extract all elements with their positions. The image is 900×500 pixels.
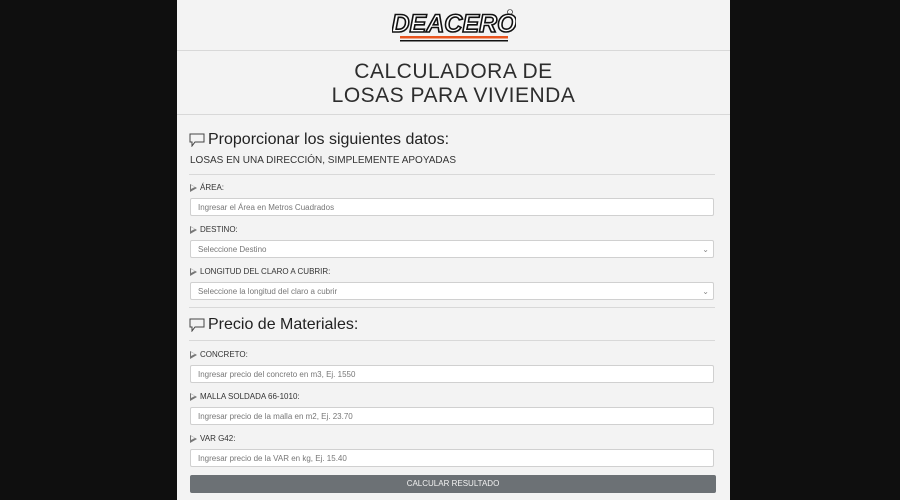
malla-label-text: MALLA SOLDADA 66-1010: xyxy=(200,392,300,401)
triangle-right-icon xyxy=(190,392,197,401)
concreto-label: CONCRETO: xyxy=(190,350,248,359)
triangle-right-icon xyxy=(190,225,197,234)
triangle-right-icon xyxy=(190,350,197,359)
longitud-label-text: LONGITUD DEL CLARO A CUBRIR: xyxy=(200,267,331,276)
divider xyxy=(177,50,730,51)
concreto-input[interactable]: Ingresar precio del concreto en m3, Ej. … xyxy=(190,365,714,383)
area-input[interactable]: Ingresar el Área en Metros Cuadrados xyxy=(190,198,714,216)
speech-bubble-icon xyxy=(189,133,205,147)
concreto-label-text: CONCRETO: xyxy=(200,350,248,359)
materiales-heading-text: Precio de Materiales: xyxy=(208,316,359,333)
divider xyxy=(177,114,730,115)
triangle-right-icon xyxy=(190,267,197,276)
longitud-label: LONGITUD DEL CLARO A CUBRIR: xyxy=(190,267,330,276)
logo-wordmark: DEACERO xyxy=(392,10,516,38)
speech-bubble-icon xyxy=(189,318,205,332)
malla-label: MALLA SOLDADA 66-1010: xyxy=(190,392,300,401)
destino-select-value: Seleccione Destino xyxy=(198,244,267,254)
chevron-down-icon: ⌄ xyxy=(702,245,709,254)
longitud-select-value: Seleccione la longitud del claro a cubri… xyxy=(198,286,338,296)
var-input[interactable]: Ingresar precio de la VAR en kg, Ej. 15.… xyxy=(190,449,714,467)
destino-label: DESTINO: xyxy=(190,225,238,234)
chevron-down-icon: ⌄ xyxy=(702,287,709,296)
divider xyxy=(189,307,715,308)
triangle-right-icon xyxy=(190,434,197,443)
destino-label-text: DESTINO: xyxy=(200,225,238,234)
area-label-text: ÁREA: xyxy=(200,183,225,192)
materiales-heading: Precio de Materiales: xyxy=(189,316,358,334)
triangle-right-icon xyxy=(190,183,197,192)
calculator-page: DEACERO CALCULADORA DE LOSAS PARA VIVIEN… xyxy=(177,0,730,500)
datos-heading-text: Proporcionar los siguientes datos: xyxy=(208,131,450,148)
divider xyxy=(189,174,715,175)
datos-heading: Proporcionar los siguientes datos: xyxy=(189,131,449,149)
var-label-text: VAR G42: xyxy=(200,434,236,443)
page-title-line1: CALCULADORA DE xyxy=(354,60,553,83)
destino-select[interactable]: Seleccione Destino ⌄ xyxy=(190,240,714,258)
longitud-select[interactable]: Seleccione la longitud del claro a cubri… xyxy=(190,282,714,300)
page-title-line2: LOSAS PARA VIVIENDA xyxy=(331,84,576,107)
deacero-logo: DEACERO xyxy=(177,8,730,44)
area-label: ÁREA: xyxy=(190,183,224,192)
calcular-resultado-button[interactable]: CALCULAR RESULTADO xyxy=(190,475,716,493)
var-label: VAR G42: xyxy=(190,434,235,443)
datos-subheading: LOSAS EN UNA DIRECCIÓN, SIMPLEMENTE APOY… xyxy=(190,155,456,166)
divider xyxy=(189,340,715,341)
malla-input[interactable]: Ingresar precio de la malla en m2, Ej. 2… xyxy=(190,407,714,425)
